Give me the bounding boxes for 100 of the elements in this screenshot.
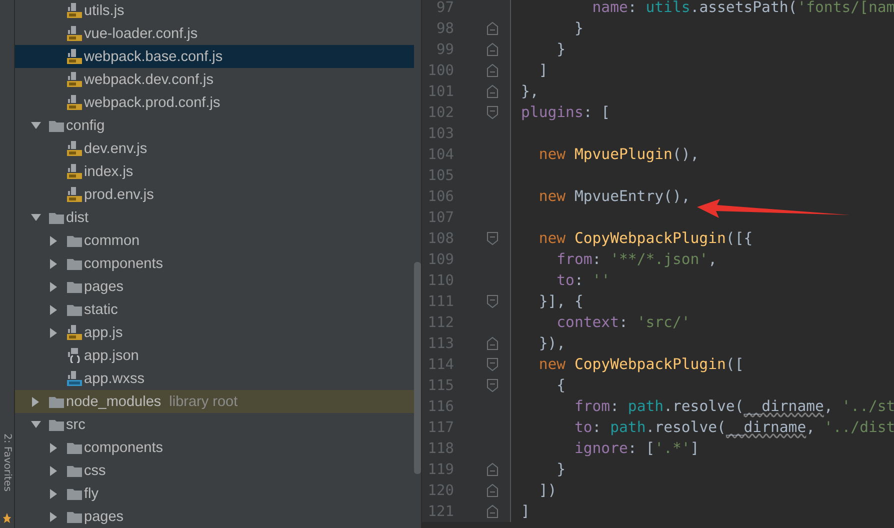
code-line: new MpvuePlugin(), bbox=[538, 146, 700, 163]
fold-end-marker-icon[interactable] bbox=[486, 337, 498, 350]
tree-item[interactable]: webpack.dev.conf.js bbox=[15, 68, 414, 91]
json-file-icon bbox=[66, 348, 82, 363]
fold-end-marker-icon[interactable] bbox=[486, 22, 498, 35]
folder-icon bbox=[48, 120, 64, 132]
folder-name: components bbox=[84, 256, 163, 272]
tree-item[interactable]: src bbox=[15, 413, 414, 436]
folder-icon bbox=[66, 258, 82, 270]
tree-item[interactable]: app.json bbox=[15, 344, 414, 367]
tree-item[interactable]: components bbox=[15, 436, 414, 459]
js-file-icon bbox=[66, 325, 82, 340]
fold-end-marker-icon[interactable] bbox=[486, 484, 498, 497]
file-name: app.wxss bbox=[84, 370, 144, 386]
file-name: prod.env.js bbox=[84, 186, 154, 202]
code-line: { bbox=[556, 377, 566, 394]
fold-marker-icon[interactable] bbox=[486, 295, 498, 308]
code-line: from: path.resolve(__dirname, '../st bbox=[573, 398, 894, 415]
folder-name: pages bbox=[84, 508, 124, 524]
file-name: webpack.dev.conf.js bbox=[84, 72, 214, 88]
collapse-arrow-icon[interactable] bbox=[50, 258, 58, 268]
tree-item[interactable]: dist bbox=[15, 206, 414, 229]
tree-item[interactable]: components bbox=[15, 252, 414, 275]
tree-item[interactable]: common bbox=[15, 229, 414, 252]
tree-item[interactable]: fly bbox=[15, 482, 414, 505]
tree-item[interactable]: dev.env.js bbox=[15, 137, 414, 160]
fold-marker-icon[interactable] bbox=[486, 106, 498, 119]
collapse-arrow-icon[interactable] bbox=[50, 488, 58, 498]
tree-item[interactable]: index.js bbox=[15, 160, 414, 183]
fold-end-marker-icon[interactable] bbox=[486, 505, 498, 518]
fold-marker-icon[interactable] bbox=[486, 232, 498, 245]
tree-item[interactable]: app.js bbox=[15, 321, 414, 344]
collapse-arrow-icon[interactable] bbox=[50, 236, 58, 246]
fold-end-marker-icon[interactable] bbox=[486, 463, 498, 476]
fold-end-marker-icon[interactable] bbox=[486, 43, 498, 56]
file-name: dev.env.js bbox=[84, 140, 148, 156]
folder-icon bbox=[66, 488, 82, 500]
code-line: from: '**/*.json', bbox=[556, 251, 718, 268]
folder-name: common bbox=[84, 232, 140, 248]
file-name: index.js bbox=[84, 164, 134, 180]
star-icon bbox=[3, 512, 11, 524]
collapse-arrow-icon[interactable] bbox=[50, 512, 58, 522]
folder-name: dist bbox=[66, 210, 89, 226]
js-file-icon bbox=[66, 164, 82, 179]
collapse-arrow-icon[interactable] bbox=[50, 328, 58, 338]
folder-icon bbox=[66, 464, 82, 476]
favorites-tab[interactable]: 2: Favorites bbox=[1, 420, 13, 504]
fold-marker-icon[interactable] bbox=[486, 379, 498, 392]
tree-item[interactable]: node_modules library root bbox=[15, 390, 414, 413]
collapse-arrow-icon[interactable] bbox=[50, 442, 58, 452]
code-line: to: '' bbox=[556, 272, 610, 289]
folder-icon bbox=[48, 418, 64, 430]
tree-item[interactable]: vue-loader.conf.js bbox=[15, 22, 414, 45]
js-file-icon bbox=[66, 141, 82, 156]
folder-name: src bbox=[66, 416, 86, 432]
code-line: } bbox=[556, 461, 566, 478]
code-line: } bbox=[556, 41, 566, 58]
js-file-icon bbox=[66, 72, 82, 87]
tree-item[interactable]: static bbox=[15, 298, 414, 321]
tree-item[interactable]: utils.js bbox=[15, 0, 414, 22]
folder-icon bbox=[48, 212, 64, 224]
tree-item[interactable]: prod.env.js bbox=[15, 183, 414, 206]
file-name: webpack.prod.conf.js bbox=[84, 94, 220, 110]
code-line: ignore: ['.*'] bbox=[573, 440, 700, 457]
scrollbar-thumb[interactable] bbox=[414, 262, 421, 474]
code-line: new CopyWebpackPlugin([{ bbox=[538, 230, 753, 247]
code-line: }], { bbox=[538, 293, 584, 310]
tree-item[interactable]: pages bbox=[15, 275, 414, 298]
css-file-icon bbox=[66, 371, 82, 386]
code-line: ]) bbox=[538, 482, 557, 499]
expand-arrow-icon[interactable] bbox=[31, 122, 41, 130]
fold-end-marker-icon[interactable] bbox=[486, 64, 498, 77]
folder-name: css bbox=[84, 462, 106, 478]
tree-item[interactable]: css bbox=[15, 459, 414, 482]
code-line: } bbox=[573, 20, 584, 37]
fold-marker-icon[interactable] bbox=[486, 358, 498, 371]
tree-item[interactable]: webpack.prod.conf.js bbox=[15, 91, 414, 114]
tree-item[interactable]: pages bbox=[15, 505, 414, 528]
folder-name: config bbox=[66, 118, 105, 134]
js-file-icon bbox=[66, 95, 82, 110]
js-file-icon bbox=[66, 49, 82, 64]
tree-item[interactable]: webpack.base.conf.js bbox=[15, 45, 414, 68]
collapse-arrow-icon[interactable] bbox=[50, 282, 58, 292]
tree-item[interactable]: app.wxss bbox=[15, 367, 414, 390]
tree-item[interactable]: config bbox=[15, 114, 414, 137]
code-line: new MpvueEntry(), bbox=[538, 188, 690, 205]
expand-arrow-icon[interactable] bbox=[31, 214, 41, 222]
collapse-arrow-icon[interactable] bbox=[32, 396, 40, 406]
folder-icon bbox=[66, 280, 82, 292]
library-root-hint: library root bbox=[169, 394, 238, 410]
folder-icon bbox=[48, 396, 64, 408]
fold-end-marker-icon[interactable] bbox=[486, 85, 498, 98]
collapse-arrow-icon[interactable] bbox=[50, 304, 58, 314]
folder-icon bbox=[66, 304, 82, 316]
collapse-arrow-icon[interactable] bbox=[50, 466, 58, 476]
folder-icon bbox=[66, 442, 82, 454]
file-name: app.js bbox=[84, 324, 123, 340]
folder-icon bbox=[66, 234, 82, 246]
code-line: context: 'src/' bbox=[556, 314, 690, 331]
expand-arrow-icon[interactable] bbox=[31, 420, 41, 428]
